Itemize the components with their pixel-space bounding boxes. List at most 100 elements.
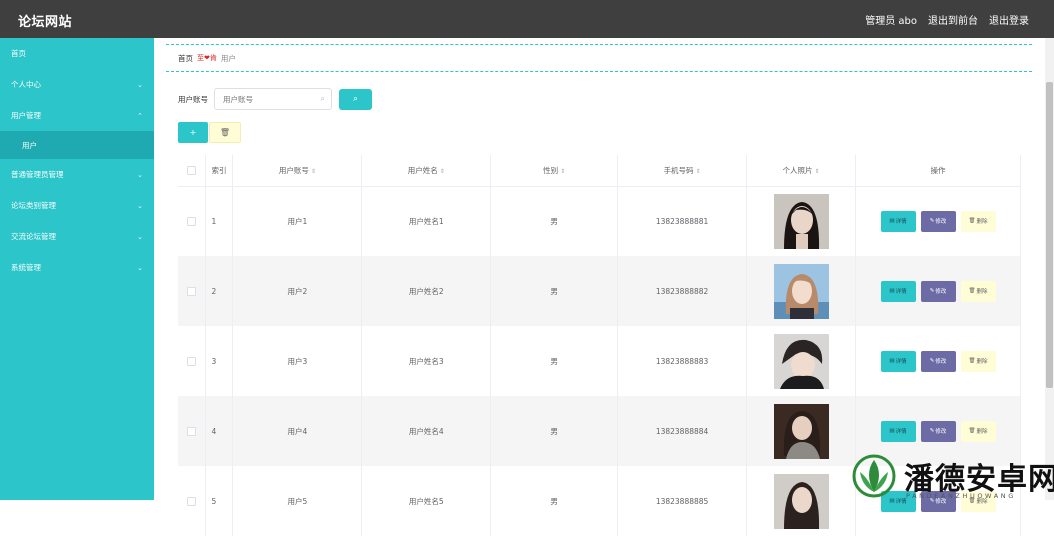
detail-button[interactable]: ▤ 详情 [880,210,916,232]
user-photo[interactable] [773,193,829,249]
search-field[interactable]: ⌕ [214,88,332,110]
sidebar-item-label: 首页 [11,49,26,58]
user-photo[interactable] [773,333,829,389]
cell-name: 用户姓名5 [361,466,492,536]
row-actions: ▤ 详情 ✎ 修改 🗑 删除 [856,420,1020,442]
row-checkbox[interactable] [187,426,197,436]
sort-icon: ⇕ [439,167,445,175]
trash-icon: 🗑 [219,128,231,137]
header-label: 个人照片 [782,165,813,175]
breadcrumb: 首页 至❤肯 用户 [166,44,1032,72]
row-checkbox[interactable] [187,217,197,226]
header-photo[interactable]: 个人照片 ⇕ [746,155,856,187]
action-row: + 🗑 [178,122,241,143]
main-content: 首页 至❤肯 用户 用户账号 ⌕ ⌕ + 🗑 索引 用户账号⇕ 用户姓名⇕ 性别… [154,38,1054,536]
detail-icon: ▤ [889,428,895,434]
cell-photo [746,396,856,466]
scrollbar[interactable] [1045,38,1054,500]
edit-button[interactable]: ✎ 修改 [920,350,956,372]
watermark-logo-icon [852,454,896,498]
row-checkbox[interactable] [187,356,197,366]
header-label: 索引 [211,165,227,175]
sidebar-item-system-management[interactable]: 系统管理 ⌄ [0,252,154,283]
row-checkbox-cell [178,186,207,256]
row-checkbox[interactable] [187,286,197,296]
sidebar-item-users[interactable]: 用户 [0,131,154,159]
delete-button-label: 删除 [976,289,988,295]
sidebar-item-forum-management[interactable]: 交流论坛管理 ⌄ [0,221,154,252]
plus-icon: + [189,128,197,137]
delete-button[interactable]: 🗑 删除 [960,350,996,372]
header-gender[interactable]: 性别 ⇕ [490,155,619,187]
sidebar-item-user-management[interactable]: 用户管理 ⌃ [0,100,154,131]
top-bar: 论坛网站 管理员 abo 退出到前台 退出登录 [0,0,1054,38]
sidebar-item-admin-management[interactable]: 普通管理员管理 ⌄ [0,159,154,190]
cell-photo [746,326,856,396]
edit-button[interactable]: ✎ 修改 [920,420,956,442]
cell-index: 5 [205,466,234,536]
chevron-down-icon: ⌄ [137,201,143,210]
logout-link[interactable]: 退出登录 [989,12,1029,27]
search-label: 用户账号 [178,94,208,104]
edit-icon: ✎ [929,428,935,434]
delete-button[interactable]: 🗑 删除 [960,210,996,232]
row-checkbox-cell [178,326,207,396]
back-to-front-link[interactable]: 退出到前台 [928,12,978,27]
row-checkbox[interactable] [187,496,197,506]
add-button[interactable]: + [178,122,208,143]
trash-icon: 🗑 [968,218,976,225]
cell-gender: 男 [490,466,619,536]
cell-photo [746,466,856,536]
search-button[interactable]: ⌕ [339,88,372,110]
delete-button[interactable]: 🗑 删除 [960,280,996,302]
header-account[interactable]: 用户账号 ⇕ [232,155,363,187]
edit-button[interactable]: ✎ 修改 [920,210,956,232]
detail-button[interactable]: ▤ 详情 [880,280,916,302]
edit-icon: ✎ [929,288,935,294]
admin-label[interactable]: 管理员 abo [865,12,917,27]
cell-operations: ▤ 详情 ✎ 修改 🗑 删除 [855,256,1021,326]
edit-button[interactable]: ✎ 修改 [920,280,956,302]
detail-button-label: 详情 [895,219,907,226]
cell-account: 用户5 [232,466,363,536]
search-input[interactable] [223,89,318,109]
edit-button-label: 修改 [935,429,947,435]
cell-gender: 男 [490,326,619,396]
batch-delete-button[interactable]: 🗑 [209,122,241,143]
cell-gender: 男 [490,396,619,466]
detail-button[interactable]: ▤ 详情 [880,420,916,442]
user-photo[interactable] [773,473,829,529]
detail-button-label: 详情 [895,429,907,435]
cell-phone: 13823888882 [617,256,748,326]
header-label: 用户账号 [278,165,309,175]
sidebar-item-profile[interactable]: 个人中心 ⌄ [0,69,154,100]
sidebar-item-category-management[interactable]: 论坛类别管理 ⌄ [0,190,154,221]
cell-name: 用户姓名1 [361,186,492,256]
delete-button[interactable]: 🗑 删除 [960,420,996,442]
delete-button-label: 删除 [976,359,988,365]
detail-icon: ▤ [889,288,895,294]
sidebar-item-label: 普通管理员管理 [11,170,64,179]
trash-icon: 🗑 [968,358,976,364]
cell-account: 用户4 [232,396,363,466]
cell-account: 用户2 [232,256,363,326]
row-actions: ▤ 详情 ✎ 修改 🗑 删除 [856,350,1020,372]
edit-button-label: 修改 [935,359,947,365]
row-checkbox-cell [178,256,207,326]
detail-button[interactable]: ▤ 详情 [880,350,916,372]
table-row: 1 用户1 用户姓名1 男 13823888881 ▤ 详情 ✎ 修改 🗑 删除 [178,186,1021,256]
sidebar-item-label: 个人中心 [11,80,41,89]
header-name[interactable]: 用户姓名 ⇕ [361,155,492,187]
select-all-checkbox[interactable] [187,166,197,175]
sidebar-item-home[interactable]: 首页 [0,38,154,69]
breadcrumb-home[interactable]: 首页 [178,53,193,64]
edit-button-label: 修改 [935,219,947,226]
header-phone[interactable]: 手机号码 ⇕ [617,155,748,187]
cell-photo [746,186,856,256]
user-photo[interactable] [773,403,829,459]
search-icon: ⌕ [352,94,359,104]
cell-gender: 男 [490,186,619,256]
breadcrumb-separator: 至❤肯 [197,54,217,62]
scrollbar-thumb[interactable] [1046,82,1053,388]
user-photo[interactable] [773,263,829,319]
